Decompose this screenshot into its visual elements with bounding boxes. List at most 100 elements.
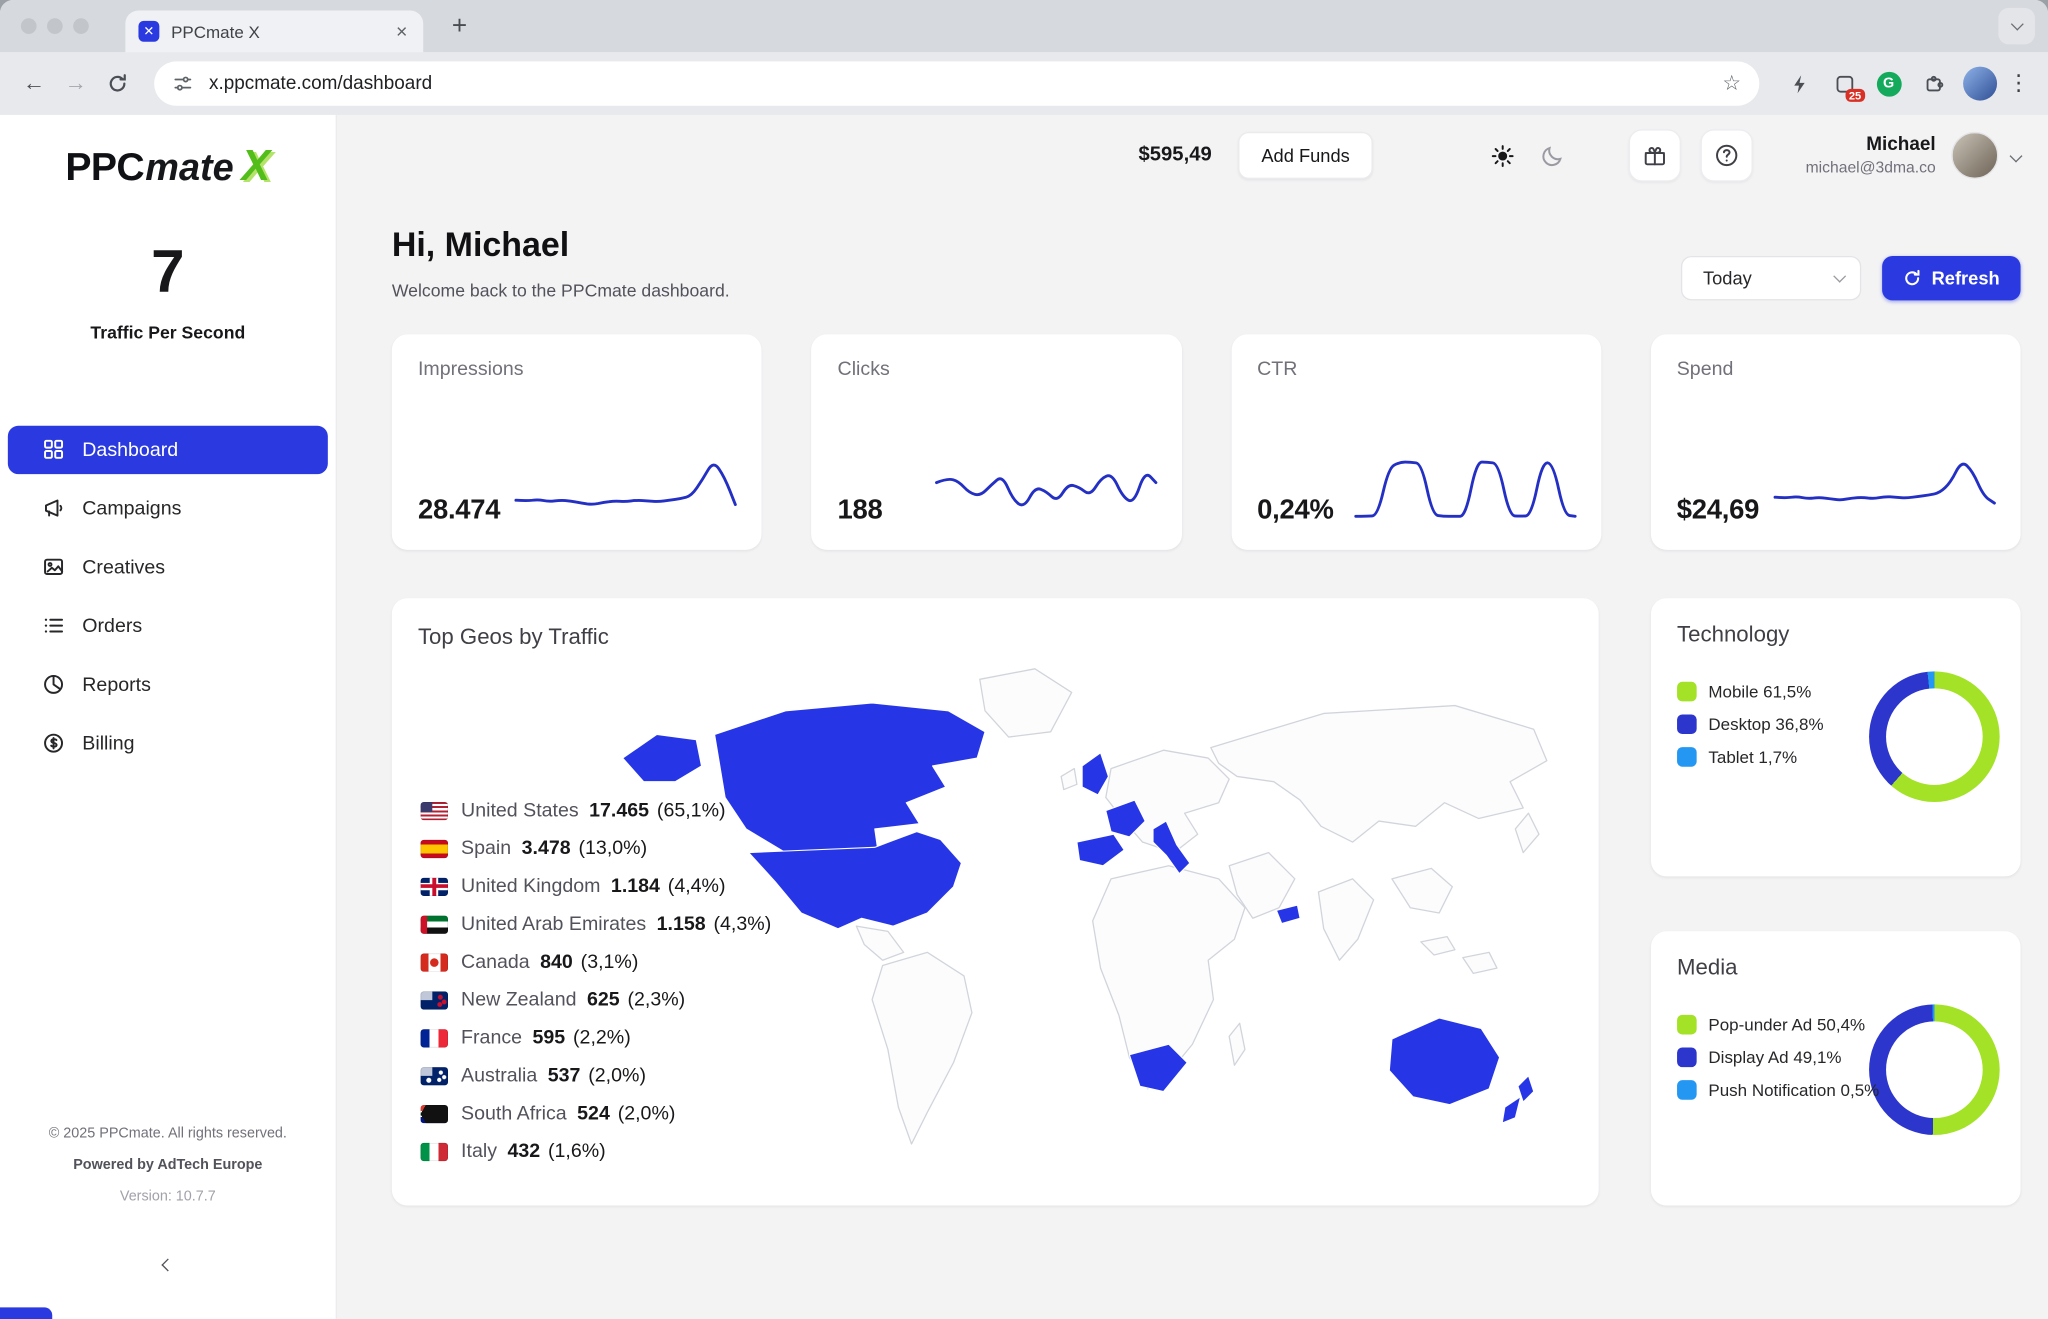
theme-dark-button[interactable] [1533, 136, 1572, 175]
gift-icon [1642, 142, 1668, 168]
stat-sparkline [933, 445, 1158, 529]
sidebar-item-creatives[interactable]: Creatives [8, 543, 328, 591]
tab-search-button[interactable] [1998, 8, 2035, 45]
geo-row: United States 17.465 (65,1%) [421, 792, 772, 830]
grammarly-extension-icon[interactable]: G [1869, 64, 1908, 103]
browser-menu-button[interactable]: ⋮ [2008, 71, 2030, 97]
geo-row: Spain3.478(13,0%) [421, 829, 772, 867]
geo-country: New Zealand [461, 989, 576, 1011]
extensions-puzzle-icon[interactable] [1913, 64, 1952, 103]
chevron-down-icon[interactable] [2011, 144, 2020, 168]
browser-profile-avatar[interactable] [1963, 67, 1997, 101]
reload-icon [107, 73, 128, 94]
stat-label: Impressions [418, 358, 738, 380]
geo-value: 1.184 [611, 875, 660, 897]
legend-label: Mobile 61,5% [1708, 682, 1811, 702]
stat-card-impressions: Impressions 28.474 [392, 334, 762, 550]
page-title: Hi, Michael [392, 225, 730, 265]
browser-tab[interactable]: ✕ PPCmate X × [125, 10, 423, 52]
flag-za-icon [421, 1104, 448, 1122]
geo-row: South Africa524(2,0%) [421, 1095, 772, 1133]
logo-x-icon: X [242, 141, 271, 191]
dashboard-controls: Today Refresh [1681, 256, 2021, 300]
geo-card-title: Top Geos by Traffic [418, 624, 1573, 650]
geo-share: (2,0%) [618, 1102, 676, 1124]
window-minimize-button[interactable] [47, 18, 63, 34]
rewards-button[interactable] [1629, 129, 1681, 181]
extension-bolt-icon[interactable] [1780, 64, 1819, 103]
url-text[interactable]: x.ppcmate.com/dashboard [209, 73, 1722, 94]
stat-value: 28.474 [418, 495, 500, 529]
stat-sparkline [1353, 445, 1578, 529]
geo-share: (2,3%) [627, 989, 685, 1011]
powered-by-link[interactable]: Powered by AdTech Europe [0, 1157, 336, 1173]
refresh-icon [1903, 269, 1921, 287]
geo-country: Spain [461, 837, 511, 859]
period-select[interactable]: Today [1681, 256, 1861, 300]
bookmark-star-icon[interactable]: ☆ [1722, 71, 1741, 97]
geo-share: (4,4%) [668, 875, 726, 897]
flag-es-icon [421, 839, 448, 857]
geo-row: United Kingdom1.184(4,4%) [421, 867, 772, 905]
sidebar-item-campaigns[interactable]: Campaigns [8, 484, 328, 532]
traffic-per-second-value: 7 [0, 238, 336, 304]
main-content: $595,49 Add Funds [337, 115, 2048, 1319]
geo-share: (2,2%) [573, 1027, 631, 1049]
geo-share: (65,1%) [657, 799, 726, 821]
media-legend: Pop-under Ad 50,4%Display Ad 49,1%Push N… [1677, 1015, 1994, 1100]
reload-button[interactable] [97, 63, 139, 105]
chevron-down-icon [1833, 270, 1846, 283]
stat-card-spend: Spend$24,69 [1651, 334, 2021, 550]
theme-light-button[interactable] [1483, 136, 1522, 175]
geo-value: 17.465 [589, 799, 649, 821]
geo-share: (4,3%) [714, 913, 772, 935]
flag-gb-icon [421, 877, 448, 895]
site-settings-icon[interactable] [172, 73, 193, 94]
dashboard-icon [42, 438, 66, 462]
legend-swatch [1677, 714, 1697, 734]
flag-nz-icon [421, 991, 448, 1009]
status-bubble [0, 1307, 52, 1319]
sidebar-item-dashboard[interactable]: Dashboard [8, 425, 328, 473]
legend-label: Pop-under Ad 50,4% [1708, 1015, 1865, 1035]
period-value: Today [1703, 268, 1752, 289]
address-bar[interactable]: x.ppcmate.com/dashboard ☆ [154, 61, 1759, 105]
user-avatar[interactable] [1951, 132, 1998, 179]
add-funds-button[interactable]: Add Funds [1238, 132, 1373, 179]
refresh-button[interactable]: Refresh [1882, 256, 2021, 300]
legend-swatch [1677, 1080, 1697, 1100]
sidebar-item-orders[interactable]: Orders [8, 602, 328, 650]
geo-share: (2,0%) [588, 1064, 646, 1086]
account-balance: $595,49 [1139, 144, 1212, 168]
new-tab-button[interactable]: + [444, 11, 475, 41]
window-close-button[interactable] [21, 18, 37, 34]
legend-item: Mobile 61,5% [1677, 682, 1994, 702]
geo-share: (13,0%) [579, 837, 648, 859]
geo-row: Canada840(3,1%) [421, 943, 772, 981]
geo-country: France [461, 1027, 522, 1049]
legend-swatch [1677, 682, 1697, 702]
user-menu[interactable]: Michael michael@3dma.co [1806, 135, 1936, 177]
logo-mate: mate [145, 148, 233, 191]
sidebar-collapse-button[interactable] [150, 1249, 187, 1286]
back-button[interactable]: ← [13, 63, 55, 105]
window-maximize-button[interactable] [73, 18, 89, 34]
geo-share: (3,1%) [581, 951, 639, 973]
refresh-label: Refresh [1932, 268, 2000, 289]
traffic-per-second-label: Traffic Per Second [0, 322, 336, 342]
forward-button[interactable]: → [55, 63, 97, 105]
app-root: PPC mate X 7 Traffic Per Second Dashboar… [0, 115, 2048, 1319]
help-button[interactable] [1701, 129, 1753, 181]
legend-item: Desktop 36,8% [1677, 714, 1994, 734]
sidebar-item-reports[interactable]: Reports [8, 660, 328, 708]
legend-item: Display Ad 49,1% [1677, 1048, 1994, 1068]
flag-au-icon [421, 1066, 448, 1084]
extension-badge-icon[interactable]: 25 [1825, 64, 1864, 103]
question-icon [1714, 142, 1740, 168]
geo-country: United States [461, 799, 579, 821]
right-column: Technology Mobile 61,5%Desktop 36,8%Tabl… [1651, 598, 2021, 1205]
sidebar-item-billing[interactable]: Billing [8, 719, 328, 767]
geo-value: 537 [548, 1064, 581, 1086]
tab-close-icon[interactable]: × [393, 20, 410, 42]
legend-swatch [1677, 747, 1697, 767]
